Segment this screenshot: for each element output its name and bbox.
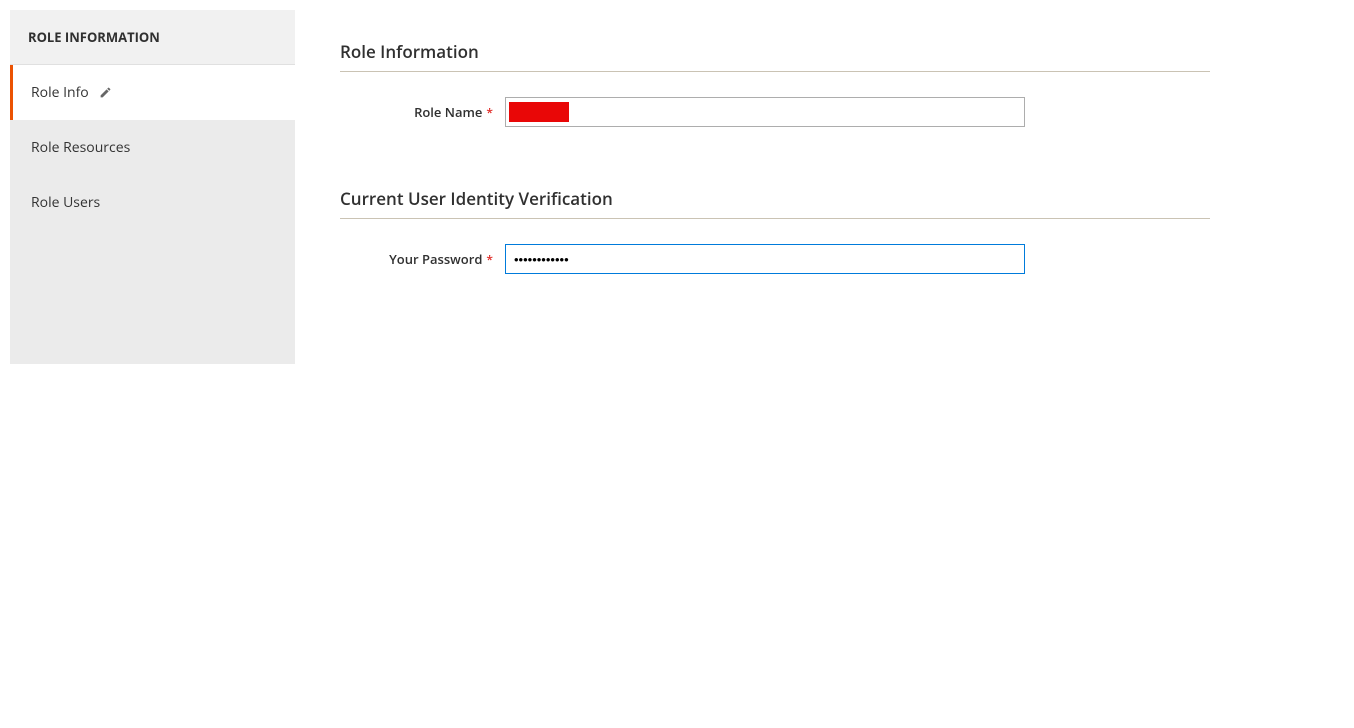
pencil-icon — [99, 86, 112, 99]
password-input[interactable] — [505, 244, 1025, 274]
sidebar-tab-label: Role Users — [31, 193, 100, 212]
sidebar-tab-role-info[interactable]: Role Info — [10, 65, 295, 120]
role-name-row: Role Name* — [340, 97, 1210, 127]
identity-verification-section: Current User Identity Verification Your … — [340, 187, 1210, 274]
section-title-role-info: Role Information — [340, 40, 1210, 72]
role-name-input[interactable] — [505, 97, 1025, 127]
sidebar-header: ROLE INFORMATION — [10, 10, 295, 65]
sidebar-tab-role-resources[interactable]: Role Resources — [10, 120, 295, 175]
sidebar-tab-label: Role Info — [31, 83, 89, 102]
role-name-label: Role Name* — [340, 103, 505, 121]
sidebar-tab-role-users[interactable]: Role Users — [10, 175, 295, 230]
required-asterisk: * — [486, 104, 493, 121]
role-information-section: Role Information Role Name* — [340, 40, 1210, 127]
required-asterisk: * — [486, 251, 493, 268]
page-container: ROLE INFORMATION Role Info Role Resource… — [0, 0, 1354, 374]
password-label: Your Password* — [340, 250, 505, 268]
password-row: Your Password* — [340, 244, 1210, 274]
main-content: Role Information Role Name* Current User… — [295, 10, 1344, 364]
section-title-identity: Current User Identity Verification — [340, 187, 1210, 219]
sidebar-tab-label: Role Resources — [31, 138, 130, 157]
sidebar: ROLE INFORMATION Role Info Role Resource… — [10, 10, 295, 364]
role-name-input-wrapper — [505, 97, 1025, 127]
